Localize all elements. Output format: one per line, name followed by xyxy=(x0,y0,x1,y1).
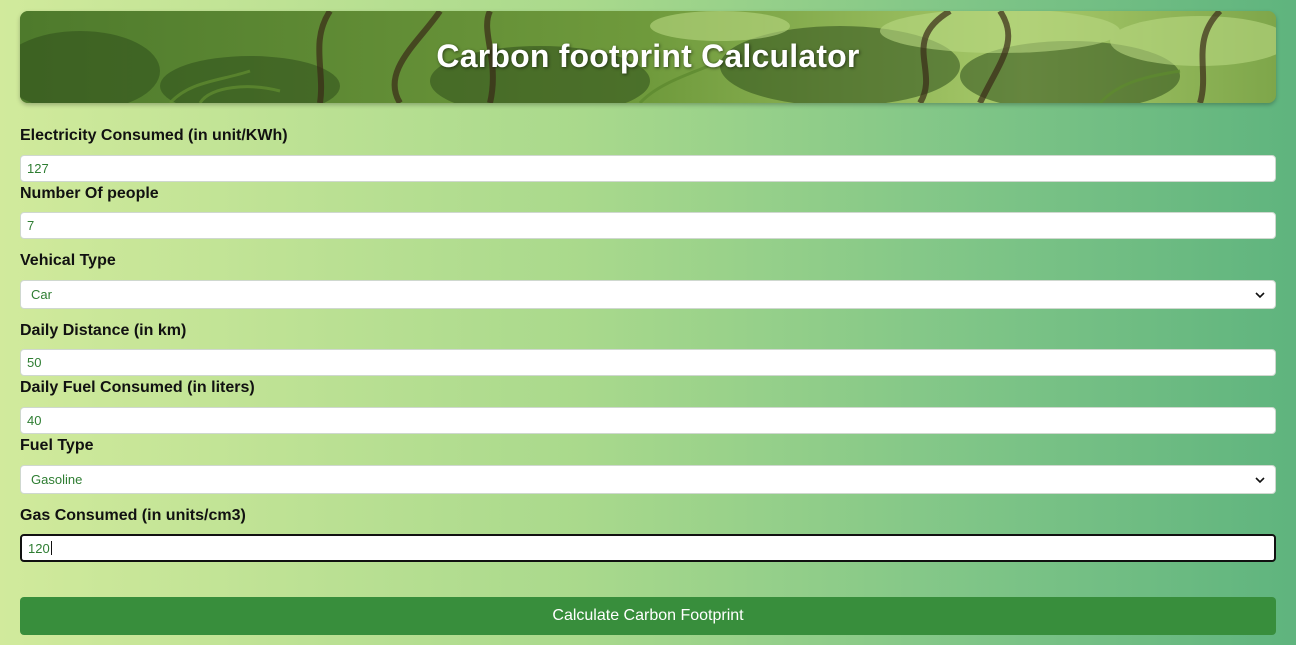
chevron-down-icon xyxy=(1255,291,1265,298)
fuel-type-select[interactable]: Gasoline xyxy=(20,465,1276,494)
daily-fuel-value: 40 xyxy=(27,413,42,428)
fuel-type-selected: Gasoline xyxy=(31,472,83,487)
chevron-down-icon xyxy=(1255,476,1265,483)
text-caret xyxy=(50,541,52,555)
people-value: 7 xyxy=(27,218,35,233)
electricity-label: Electricity Consumed (in unit/KWh) xyxy=(20,127,288,144)
electricity-value: 127 xyxy=(27,161,49,176)
gas-consumed-value: 120 xyxy=(28,540,50,556)
fuel-type-label: Fuel Type xyxy=(20,437,94,454)
calculate-button[interactable]: Calculate Carbon Footprint xyxy=(20,597,1276,635)
daily-fuel-label: Daily Fuel Consumed (in liters) xyxy=(20,379,255,396)
vehicle-type-select[interactable]: Car xyxy=(20,280,1276,309)
daily-distance-input[interactable]: 50 xyxy=(20,349,1276,376)
vehicle-type-label: Vehical Type xyxy=(20,252,116,269)
gas-consumed-input[interactable]: 120 xyxy=(20,534,1276,562)
daily-fuel-input[interactable]: 40 xyxy=(20,407,1276,434)
vehicle-type-selected: Car xyxy=(31,287,52,302)
electricity-input[interactable]: 127 xyxy=(20,155,1276,182)
forest-banner: Carbon footprint Calculator xyxy=(20,11,1276,103)
page-title: Carbon footprint Calculator xyxy=(436,38,860,74)
daily-distance-value: 50 xyxy=(27,355,42,370)
people-input[interactable]: 7 xyxy=(20,212,1276,239)
daily-distance-label: Daily Distance (in km) xyxy=(20,322,187,339)
gas-consumed-label: Gas Consumed (in units/cm3) xyxy=(20,507,246,524)
people-label: Number Of people xyxy=(20,185,159,202)
